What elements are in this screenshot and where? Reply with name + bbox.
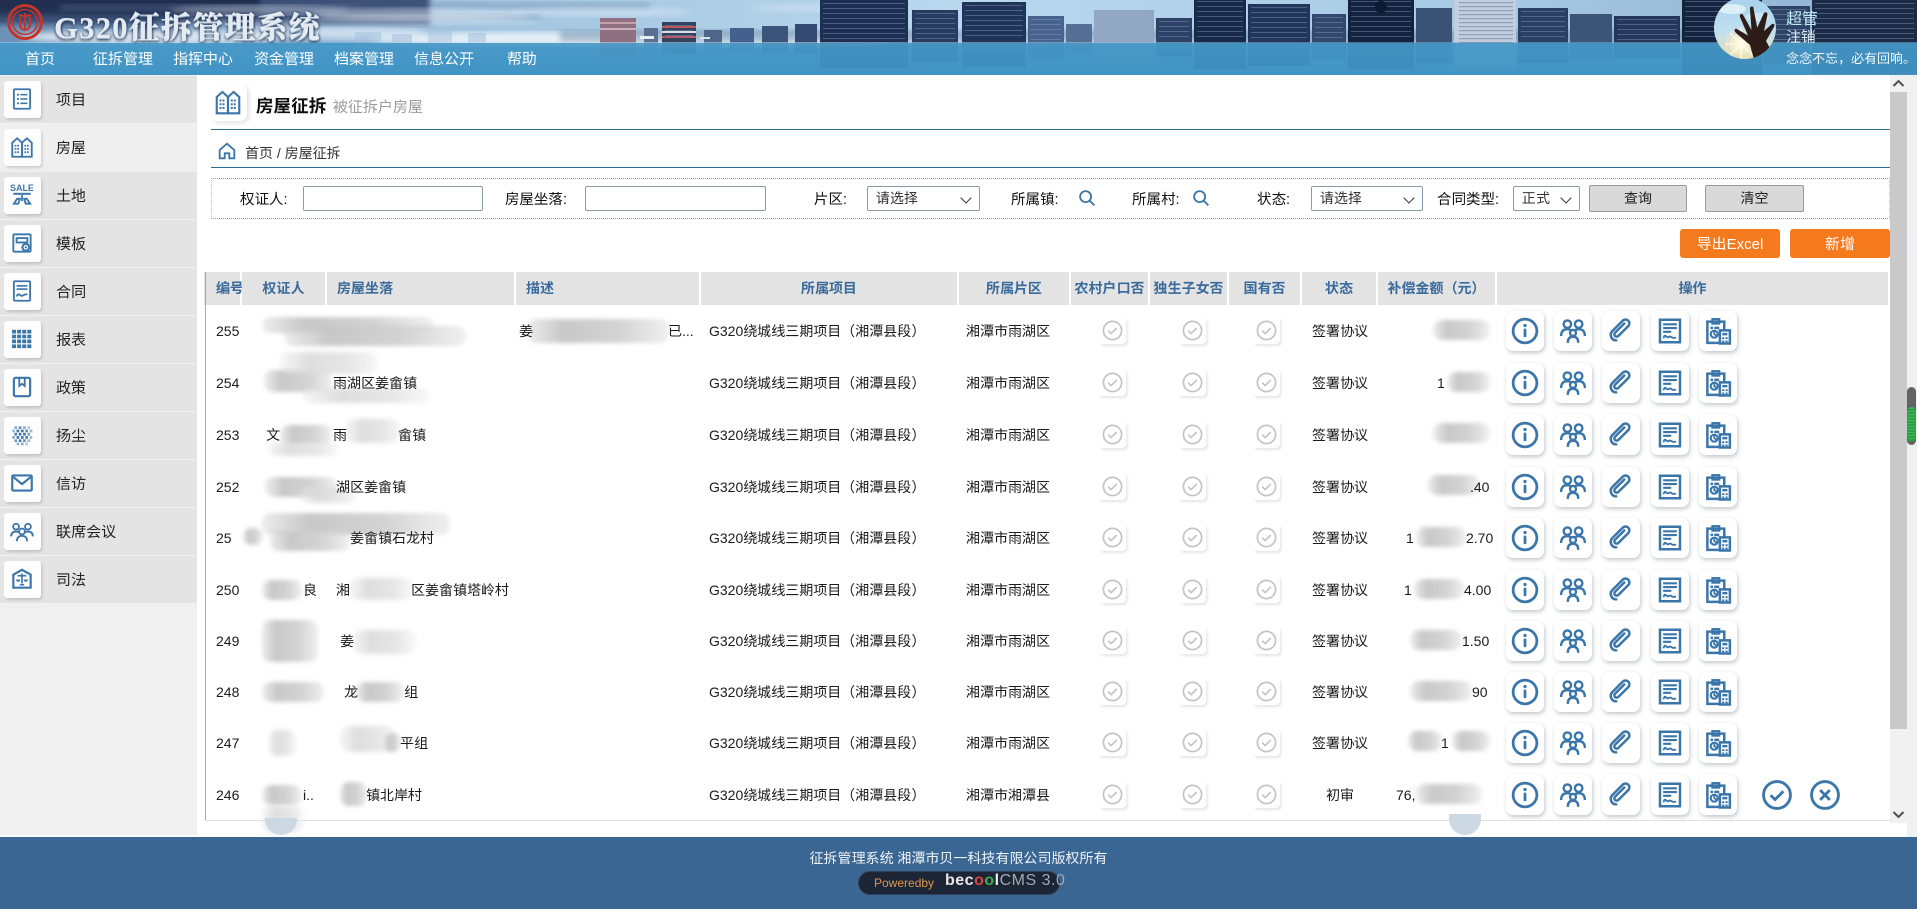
- svg-text:SALE: SALE: [10, 183, 34, 193]
